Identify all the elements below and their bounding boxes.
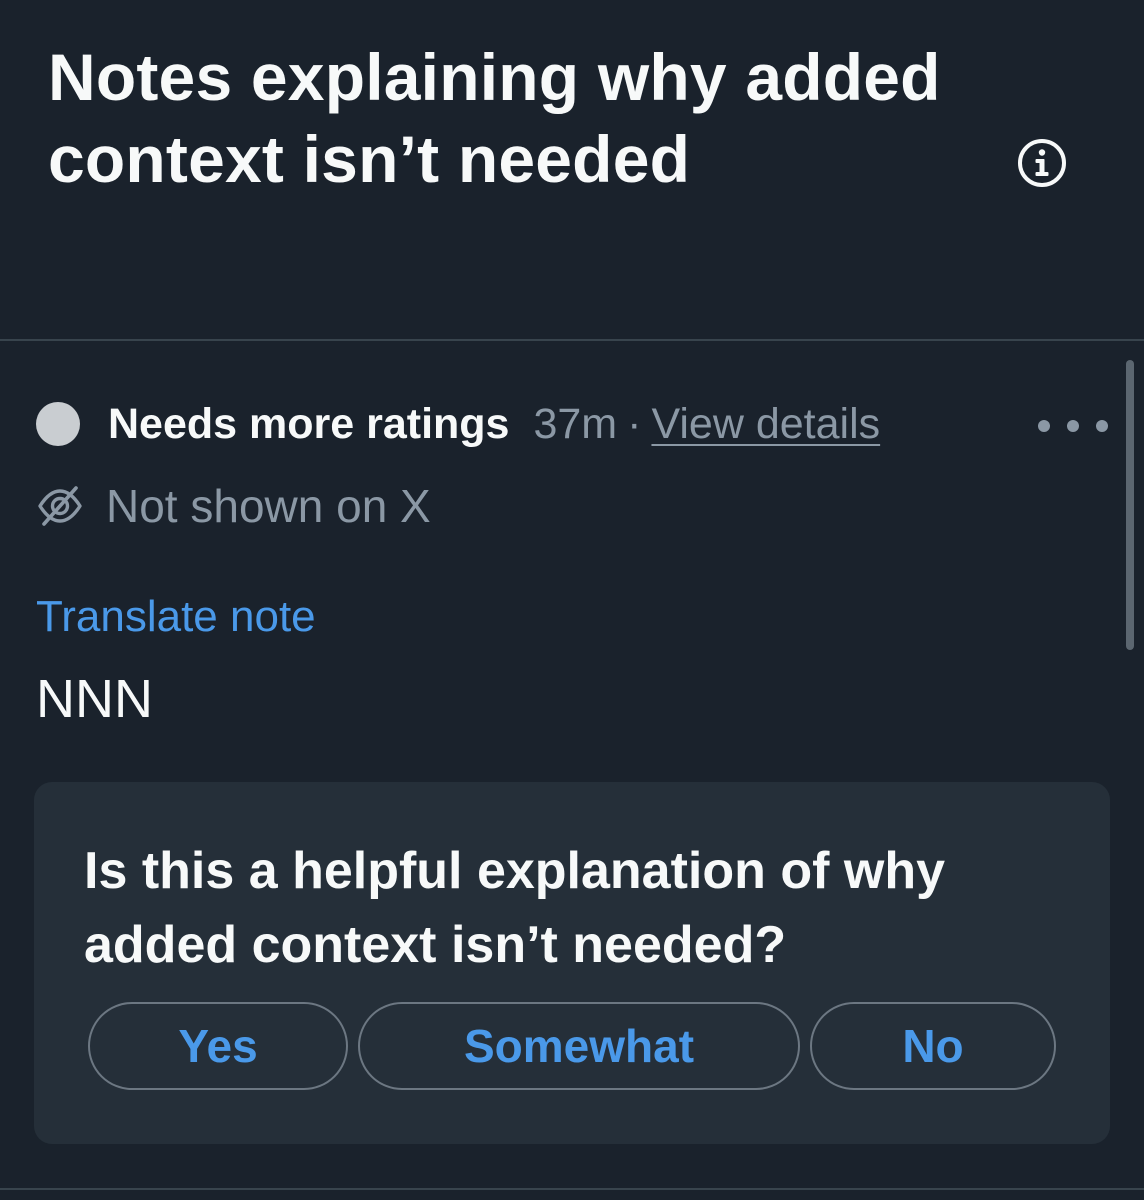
more-dot [1067, 420, 1079, 432]
note-visibility-row: Not shown on X [36, 476, 431, 536]
more-dot [1096, 420, 1108, 432]
eye-off-icon [36, 482, 84, 530]
info-icon[interactable] [1016, 137, 1068, 189]
header-divider [0, 339, 1144, 341]
translate-note-link[interactable]: Translate note [36, 592, 316, 642]
rate-no-button[interactable]: No [810, 1002, 1056, 1090]
header: Notes explaining why added context isn’t… [48, 36, 948, 200]
more-options-icon[interactable] [1038, 406, 1108, 446]
note-status-label: Needs more ratings [108, 399, 510, 448]
note-body: NNN [36, 669, 153, 729]
status-dot-icon [36, 402, 80, 446]
rate-yes-button[interactable]: Yes [88, 1002, 348, 1090]
scrollbar[interactable] [1126, 360, 1134, 650]
view-details-link[interactable]: View details [651, 400, 880, 449]
community-notes-page: Notes explaining why added context isn’t… [0, 0, 1144, 1200]
more-dot [1038, 420, 1050, 432]
rating-question: Is this a helpful explanation of why add… [84, 842, 945, 974]
bottom-divider [0, 1188, 1144, 1190]
note-status-row: Needs more ratings 37m · View details [36, 396, 880, 452]
rating-card: Is this a helpful explanation of why add… [34, 782, 1110, 1144]
page-title: Notes explaining why added context isn’t… [48, 40, 941, 196]
note-timestamp: 37m [533, 399, 618, 448]
rate-somewhat-button[interactable]: Somewhat [358, 1002, 800, 1090]
separator-dot: · [627, 399, 642, 448]
visibility-status: Not shown on X [106, 480, 431, 532]
